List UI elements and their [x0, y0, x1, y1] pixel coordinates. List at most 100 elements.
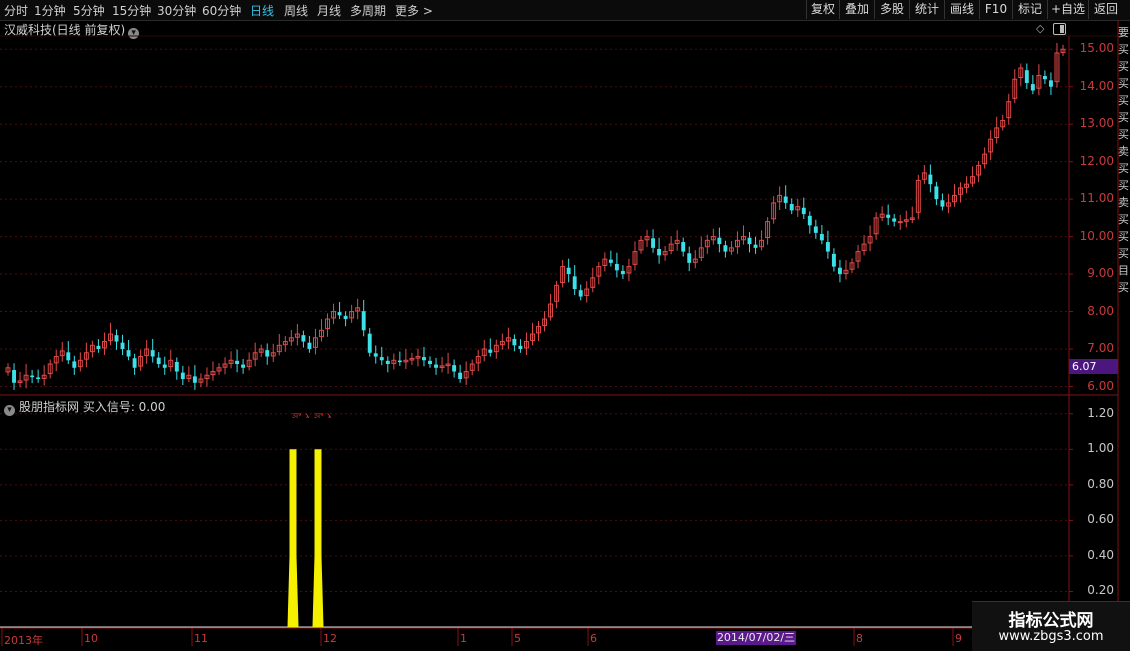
candle-body-down	[807, 215, 812, 226]
candle-body-up	[77, 359, 83, 368]
period-tab-daily[interactable]: 日线	[250, 2, 274, 19]
candle-body-up	[1006, 101, 1012, 119]
date-tick-label: 8	[856, 632, 863, 645]
candle-body-up	[282, 341, 288, 346]
button-draw-line[interactable]: 画线	[944, 0, 979, 19]
button-mark[interactable]: 标记	[1012, 0, 1047, 19]
candle-body-up	[325, 318, 330, 330]
candle-body-up	[909, 217, 915, 220]
candle-body-up	[632, 251, 638, 265]
candle-body-down	[681, 242, 686, 252]
candle-body-down	[192, 376, 197, 383]
date-tick-label: 12	[323, 632, 337, 645]
candle-body-down	[892, 218, 897, 222]
button-overlay[interactable]: 叠加	[839, 0, 874, 19]
candle-body-down	[940, 200, 945, 207]
candle-body-down	[434, 364, 438, 368]
price-tick-label: 8.00	[1087, 303, 1114, 318]
candle-body-up	[493, 344, 499, 353]
indicator-tick-label: 0.80	[1087, 476, 1114, 491]
diamond-icon[interactable]: ◇	[1036, 22, 1044, 35]
candle-body-up	[391, 359, 397, 364]
price-tick-label: 13.00	[1079, 116, 1114, 131]
candle-body-up	[554, 284, 560, 302]
candle-body-down	[72, 361, 77, 368]
candle-body-down	[717, 237, 722, 245]
period-tab-weekly[interactable]: 周线	[284, 2, 308, 19]
period-tab-more[interactable]: 更多 >	[395, 2, 433, 19]
candle-body-down	[132, 358, 137, 368]
candle-body-up	[1018, 67, 1024, 79]
indicator-title: ▾ 股朋指标网 买入信号: 0.00	[4, 398, 165, 416]
candle-body-down	[180, 372, 185, 380]
candle-body-up	[674, 239, 680, 245]
date-tick-label: 9	[955, 632, 962, 645]
chart-title: 汉威科技(日线 前复权) ▾	[4, 21, 140, 39]
candle-body-up	[1036, 74, 1042, 89]
period-tab-multi[interactable]: 多周期	[350, 2, 386, 19]
candle-body-up	[108, 333, 113, 341]
candle-body-up	[988, 138, 994, 153]
candle-body-up	[903, 219, 909, 222]
candle-body-up	[867, 236, 873, 244]
candle-body-up	[662, 251, 668, 256]
candle-body-down	[174, 361, 179, 372]
date-tick-label: 10	[84, 632, 98, 645]
candle-body-down	[1030, 84, 1035, 91]
period-tab-60min[interactable]: 60分钟	[202, 2, 241, 19]
candle-body-up	[138, 356, 144, 367]
panel-toggle-icon[interactable]	[1053, 23, 1066, 35]
candle-body-up	[41, 374, 47, 379]
selected-date: 2014/07/02/三	[716, 631, 796, 645]
candle-body-down	[162, 364, 167, 368]
chevron-down-icon[interactable]: ▾	[4, 405, 15, 416]
top-toolbar: 分时 1分钟 5分钟 15分钟 30分钟 60分钟 日线 周线 月线 多周期 更…	[0, 0, 1130, 21]
period-tab-15min[interactable]: 15分钟	[112, 2, 151, 19]
candle-body-down	[114, 335, 119, 342]
candle-body-up	[596, 266, 602, 277]
button-statistics[interactable]: 统计	[909, 0, 944, 19]
chevron-down-icon[interactable]: ▾	[128, 28, 140, 39]
candle-body-down	[397, 360, 402, 363]
candle-body-up	[144, 348, 150, 356]
candle-body-up	[970, 176, 976, 184]
candle-body-up	[734, 239, 740, 248]
candlestick-series	[5, 42, 1066, 390]
candle-body-up	[548, 303, 554, 318]
button-multi-stock[interactable]: 多股	[874, 0, 909, 19]
button-add-favorite[interactable]: +自选	[1047, 0, 1088, 19]
candle-body-up	[252, 352, 258, 360]
candle-body-down	[1042, 76, 1047, 80]
candle-body-up	[186, 374, 192, 379]
candle-body-down	[657, 248, 662, 256]
price-tick-label: 12.00	[1079, 153, 1114, 168]
candle-body-up	[475, 356, 481, 364]
candle-body-up	[958, 187, 963, 195]
period-tab-1min[interactable]: 1分钟	[34, 2, 66, 19]
candle-body-up	[668, 243, 674, 251]
candle-body-down	[337, 312, 342, 316]
candle-body-down	[458, 372, 463, 380]
candle-body-down	[36, 377, 41, 380]
candle-body-up	[409, 357, 415, 361]
button-f10[interactable]: F10	[979, 0, 1012, 19]
candle-body-up	[523, 341, 529, 349]
price-tick-label: 7.00	[1087, 341, 1114, 356]
candle-body-down	[1024, 70, 1029, 83]
button-restore-rights[interactable]: 复权	[806, 0, 839, 19]
price-tick-label: 10.00	[1079, 228, 1114, 243]
buy-signal-bar	[287, 449, 299, 627]
candle-body-up	[222, 363, 228, 368]
button-back[interactable]: 返回	[1088, 0, 1123, 19]
candle-body-down	[783, 196, 788, 203]
candle-body-down	[301, 335, 306, 342]
candle-body-up	[915, 179, 921, 213]
candle-body-up	[288, 337, 294, 342]
indicator-tick-label: 0.60	[1087, 512, 1114, 527]
watermark: 指标公式网 www.zbgs3.com	[972, 601, 1130, 651]
period-tab-intraday[interactable]: 分时	[4, 2, 28, 19]
indicator-tick-label: 0.40	[1087, 547, 1114, 562]
period-tab-30min[interactable]: 30分钟	[157, 2, 196, 19]
period-tab-5min[interactable]: 5分钟	[73, 2, 105, 19]
period-tab-monthly[interactable]: 月线	[317, 2, 341, 19]
